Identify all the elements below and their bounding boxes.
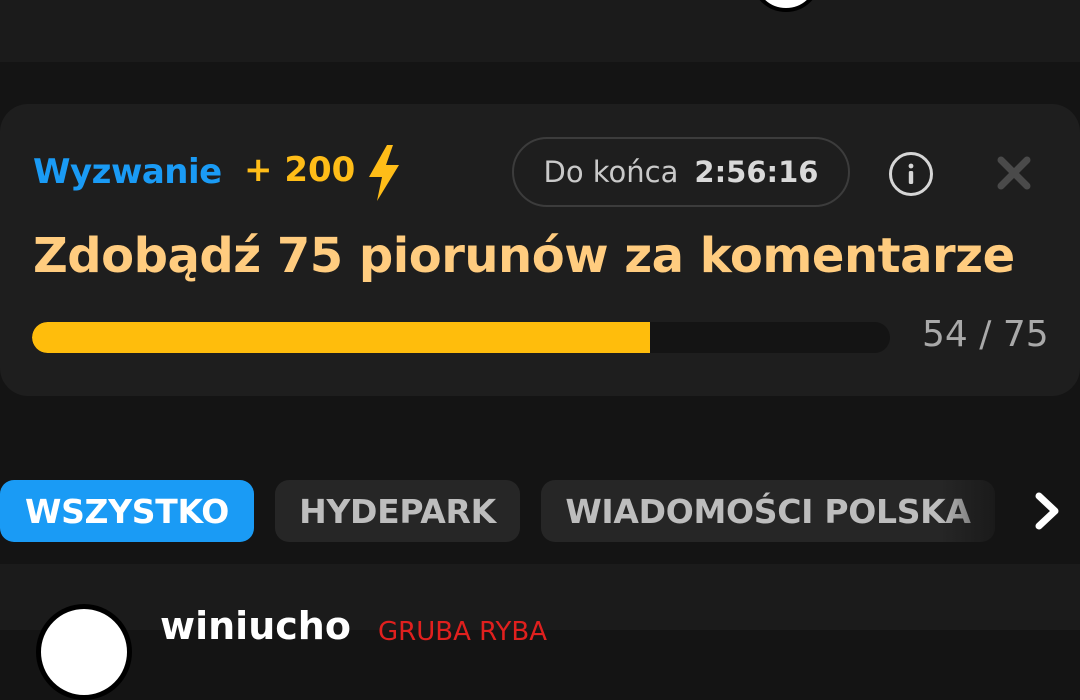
post-username[interactable]: winiucho	[160, 604, 351, 648]
post-user-tag: GRUBA RYBA	[378, 617, 548, 647]
info-glyph	[908, 163, 914, 184]
timer-value: 2:56:16	[694, 155, 819, 189]
timer-label: Do końca	[543, 155, 679, 189]
tab-wiadomosci-polska[interactable]: WIADOMOŚCI POLSKA	[541, 480, 995, 542]
challenge-title: Zdobądź 75 piorunów za komentarze	[33, 228, 1015, 284]
close-icon[interactable]	[993, 152, 1035, 194]
tab-wszystko[interactable]: WSZYSTKO	[0, 480, 254, 542]
lightning-icon	[369, 145, 399, 201]
chevron-right-icon[interactable]	[1030, 490, 1064, 532]
timer-pill: Do końca 2:56:16	[512, 137, 850, 207]
challenge-label: Wyzwanie	[33, 152, 222, 192]
progress-fill	[32, 322, 650, 353]
progress-text: 54 / 75	[922, 314, 1049, 355]
progress-bar	[32, 322, 890, 353]
info-icon[interactable]	[889, 152, 933, 196]
post-avatar[interactable]	[36, 604, 132, 700]
user-avatar[interactable]	[751, 0, 821, 12]
tab-hydepark[interactable]: HYDEPARK	[275, 480, 520, 542]
challenge-reward: + 200	[244, 150, 356, 190]
category-tabs: WSZYSTKO HYDEPARK WIADOMOŚCI POLSKA	[0, 480, 1080, 542]
top-bar	[0, 0, 1080, 62]
